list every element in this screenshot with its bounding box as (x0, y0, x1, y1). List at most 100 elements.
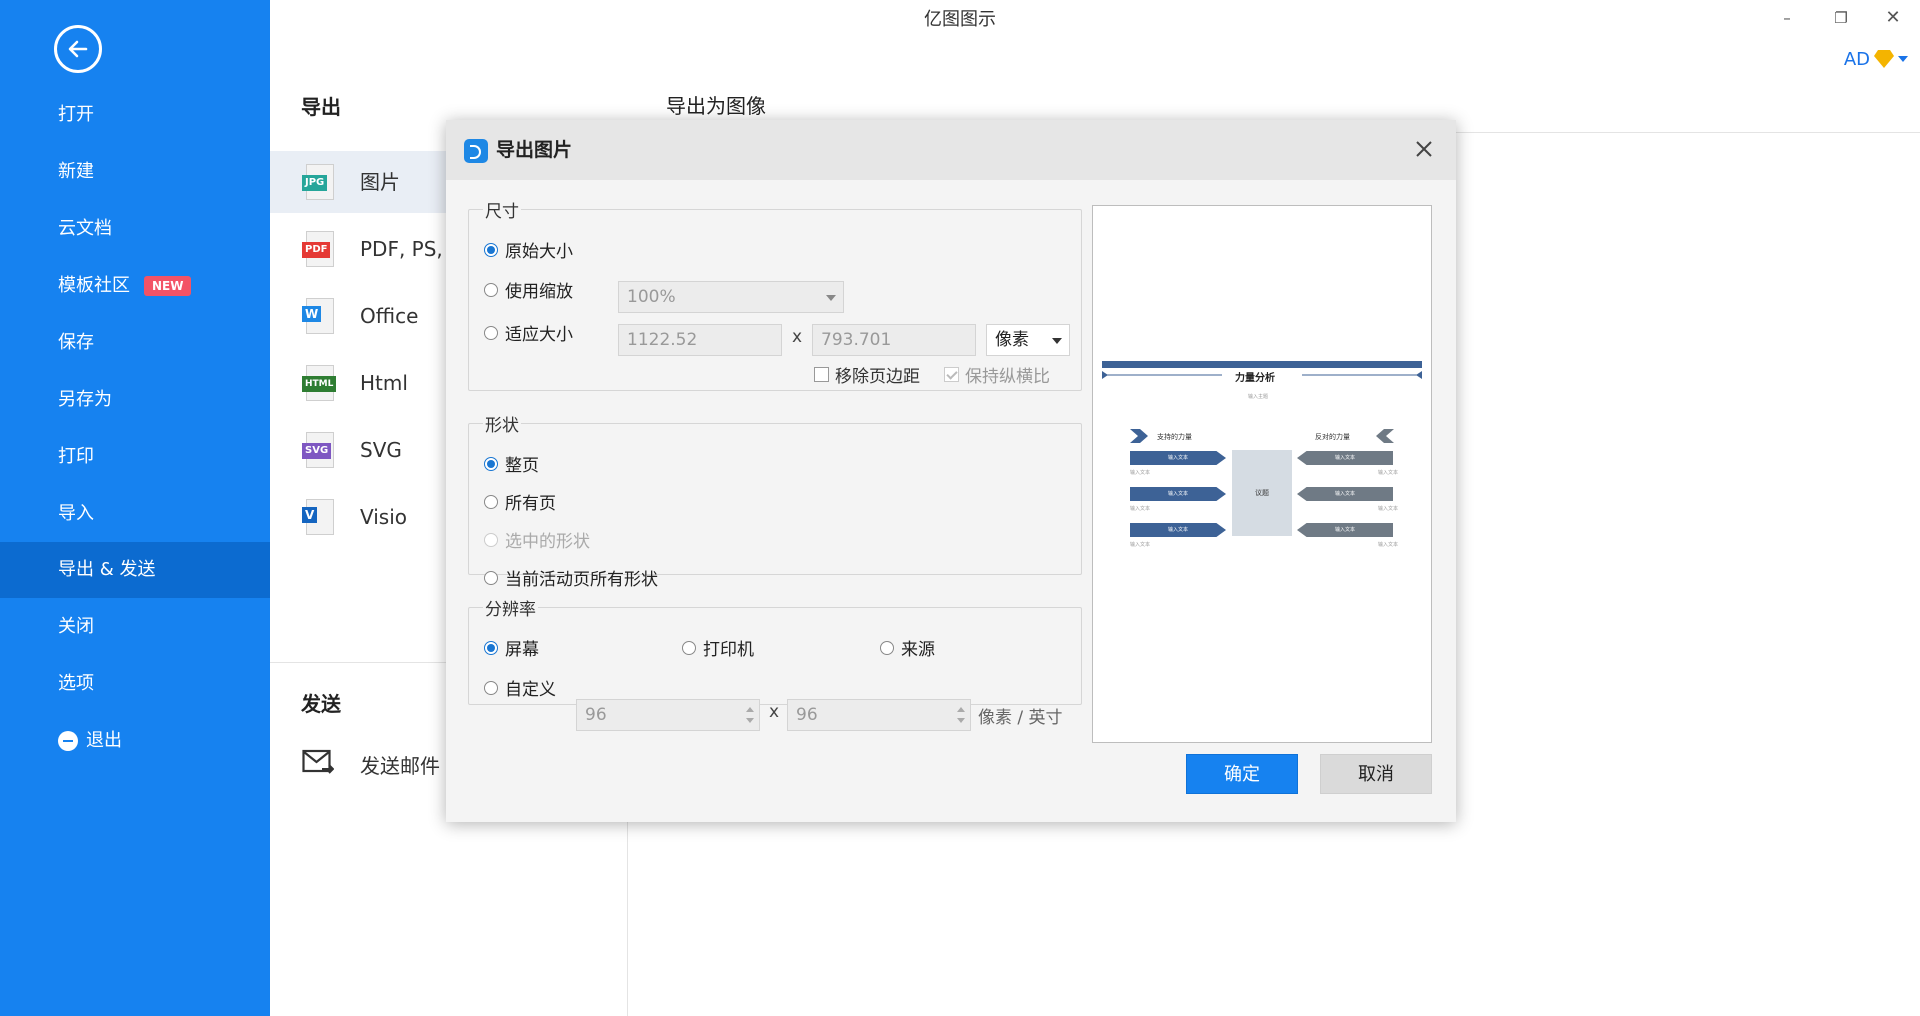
width-input[interactable]: 1122.52 (618, 324, 782, 356)
unit-select[interactable]: 像素 (986, 324, 1070, 356)
radio-source[interactable]: 来源 (880, 635, 935, 660)
svg-file-icon: SVG (302, 432, 336, 468)
sidebar-item-close[interactable]: 关闭 (0, 599, 270, 655)
sidebar-item-label: 模板社区 (58, 275, 130, 296)
checkbox-box (944, 367, 959, 382)
word-file-icon: W (302, 298, 336, 334)
sidebar-item-save[interactable]: 保存 (0, 315, 270, 371)
keep-ratio-checkbox[interactable]: 保持纵横比 (944, 362, 1050, 387)
ok-button[interactable]: 确定 (1186, 754, 1298, 794)
sidebar-item-exit[interactable]: 退出 (0, 713, 270, 769)
html-file-icon: HTML (302, 365, 337, 401)
export-heading: 导出 (301, 95, 341, 119)
radio-screen[interactable]: 屏幕 (484, 635, 539, 660)
radio-custom[interactable]: 自定义 (484, 675, 556, 700)
radio-label: 所有页 (505, 494, 556, 514)
sidebar-item-template-community[interactable]: 模板社区 NEW (0, 258, 270, 314)
format-label: 图片 (360, 170, 400, 194)
sidebar-item-options[interactable]: 选项 (0, 656, 270, 712)
dpi-unit: 像素 / 英寸 (978, 708, 1063, 728)
send-email-item[interactable]: 发送邮件 (300, 744, 450, 784)
format-label: Office (360, 304, 419, 328)
preview-note: 输入文本 (1130, 506, 1151, 512)
radio-whole-page[interactable]: 整页 (484, 451, 539, 476)
radio-label: 选中的形状 (505, 532, 590, 552)
radio-indicator (484, 456, 498, 471)
dpi-x-input[interactable]: 96 (576, 699, 760, 731)
sidebar-item-new[interactable]: 新建 (0, 144, 270, 200)
format-label: SVG (360, 438, 402, 462)
exit-icon (58, 731, 78, 751)
dpi-y-input[interactable]: 96 (787, 699, 971, 731)
radio-all-pages[interactable]: 所有页 (484, 489, 556, 514)
radio-indicator (484, 640, 498, 655)
restore-icon[interactable]: ❐ (1826, 6, 1856, 30)
send-email-label: 发送邮件 (360, 754, 440, 778)
checkbox-label: 移除页边距 (835, 367, 920, 387)
checkbox-box (814, 367, 829, 382)
close-icon[interactable] (1412, 137, 1436, 161)
user-menu[interactable]: AD (1844, 46, 1908, 72)
radio-active-page-shapes[interactable]: 当前活动页所有形状 (484, 565, 658, 590)
radio-indicator (484, 570, 498, 585)
minimize-icon[interactable]: – (1772, 6, 1802, 30)
unit-value: 像素 (995, 330, 1029, 350)
scale-select[interactable]: 100% (618, 281, 844, 313)
user-initials: AD (1843, 48, 1870, 70)
sidebar-item-import[interactable]: 导入 (0, 486, 270, 542)
radio-printer[interactable]: 打印机 (682, 635, 754, 660)
spin-up-icon[interactable] (746, 707, 754, 712)
spin-down-icon[interactable] (957, 718, 965, 723)
radio-label: 来源 (901, 640, 935, 660)
radio-indicator (880, 640, 894, 655)
radio-indicator (484, 494, 498, 509)
format-label: Visio (360, 505, 408, 529)
preview-title: 力量分析 (1235, 373, 1275, 384)
app-title: 亿图图示 (924, 9, 996, 30)
pdf-file-icon: PDF (302, 231, 336, 267)
preview-header-bar (1102, 361, 1422, 368)
cancel-button[interactable]: 取消 (1320, 754, 1432, 794)
back-arrow-icon[interactable] (54, 25, 102, 73)
sidebar-item-label: 打开 (58, 104, 94, 125)
dialog-header: 导出图片 (446, 120, 1456, 180)
close-window-icon[interactable]: ✕ (1878, 6, 1908, 30)
sidebar-item-print[interactable]: 打印 (0, 429, 270, 485)
spin-down-icon[interactable] (746, 718, 754, 723)
sidebar-item-label: 退出 (86, 730, 122, 751)
radio-label: 整页 (505, 456, 539, 476)
dpi-y-value: 96 (796, 705, 818, 725)
remove-margin-checkbox[interactable]: 移除页边距 (814, 362, 920, 387)
preview-subtitle: 输入主题 (1248, 394, 1269, 400)
sidebar-item-cloud-docs[interactable]: 云文档 (0, 201, 270, 257)
radio-label: 原始大小 (505, 242, 573, 262)
sidebar-item-label: 导入 (58, 503, 94, 524)
panel-divider (270, 662, 446, 663)
sidebar-item-save-as[interactable]: 另存为 (0, 372, 270, 428)
resolution-group: 分辨率 (468, 595, 1082, 705)
radio-label: 屏幕 (505, 640, 539, 660)
height-input[interactable]: 793.701 (812, 324, 976, 356)
sidebar-item-open[interactable]: 打开 (0, 87, 270, 143)
sidebar-item-export-send[interactable]: 导出 & 发送 (0, 542, 270, 598)
vip-diamond-icon (1874, 50, 1894, 68)
export-image-dialog: 导出图片 尺寸 原始大小 使用缩放 100% 适应大小 1122.52 x 79… (446, 120, 1456, 822)
radio-use-scale[interactable]: 使用缩放 (484, 277, 573, 302)
radio-indicator (484, 325, 498, 340)
sidebar-item-label: 新建 (58, 161, 94, 182)
chevron-left-icon (1376, 429, 1394, 443)
radio-indicator (484, 282, 498, 297)
spin-up-icon[interactable] (957, 707, 965, 712)
radio-indicator (484, 680, 498, 695)
radio-selected-shapes[interactable]: 选中的形状 (484, 527, 590, 552)
radio-label: 使用缩放 (505, 282, 573, 302)
times-sign: x (792, 327, 803, 347)
radio-original-size[interactable]: 原始大小 (484, 237, 573, 262)
radio-label: 当前活动页所有形状 (505, 570, 658, 590)
dialog-title: 导出图片 (496, 139, 573, 161)
preview-oppose-arrow: 输入文本 (1297, 487, 1393, 501)
sidebar: 打开 新建 云文档 模板社区 NEW 保存 另存为 打印 导入 导出 & 发送 关… (0, 0, 270, 1016)
sidebar-item-label: 保存 (58, 332, 94, 353)
preview-oppose-label: 反对的力量 (1315, 433, 1350, 441)
radio-fit-size[interactable]: 适应大小 (484, 320, 573, 345)
